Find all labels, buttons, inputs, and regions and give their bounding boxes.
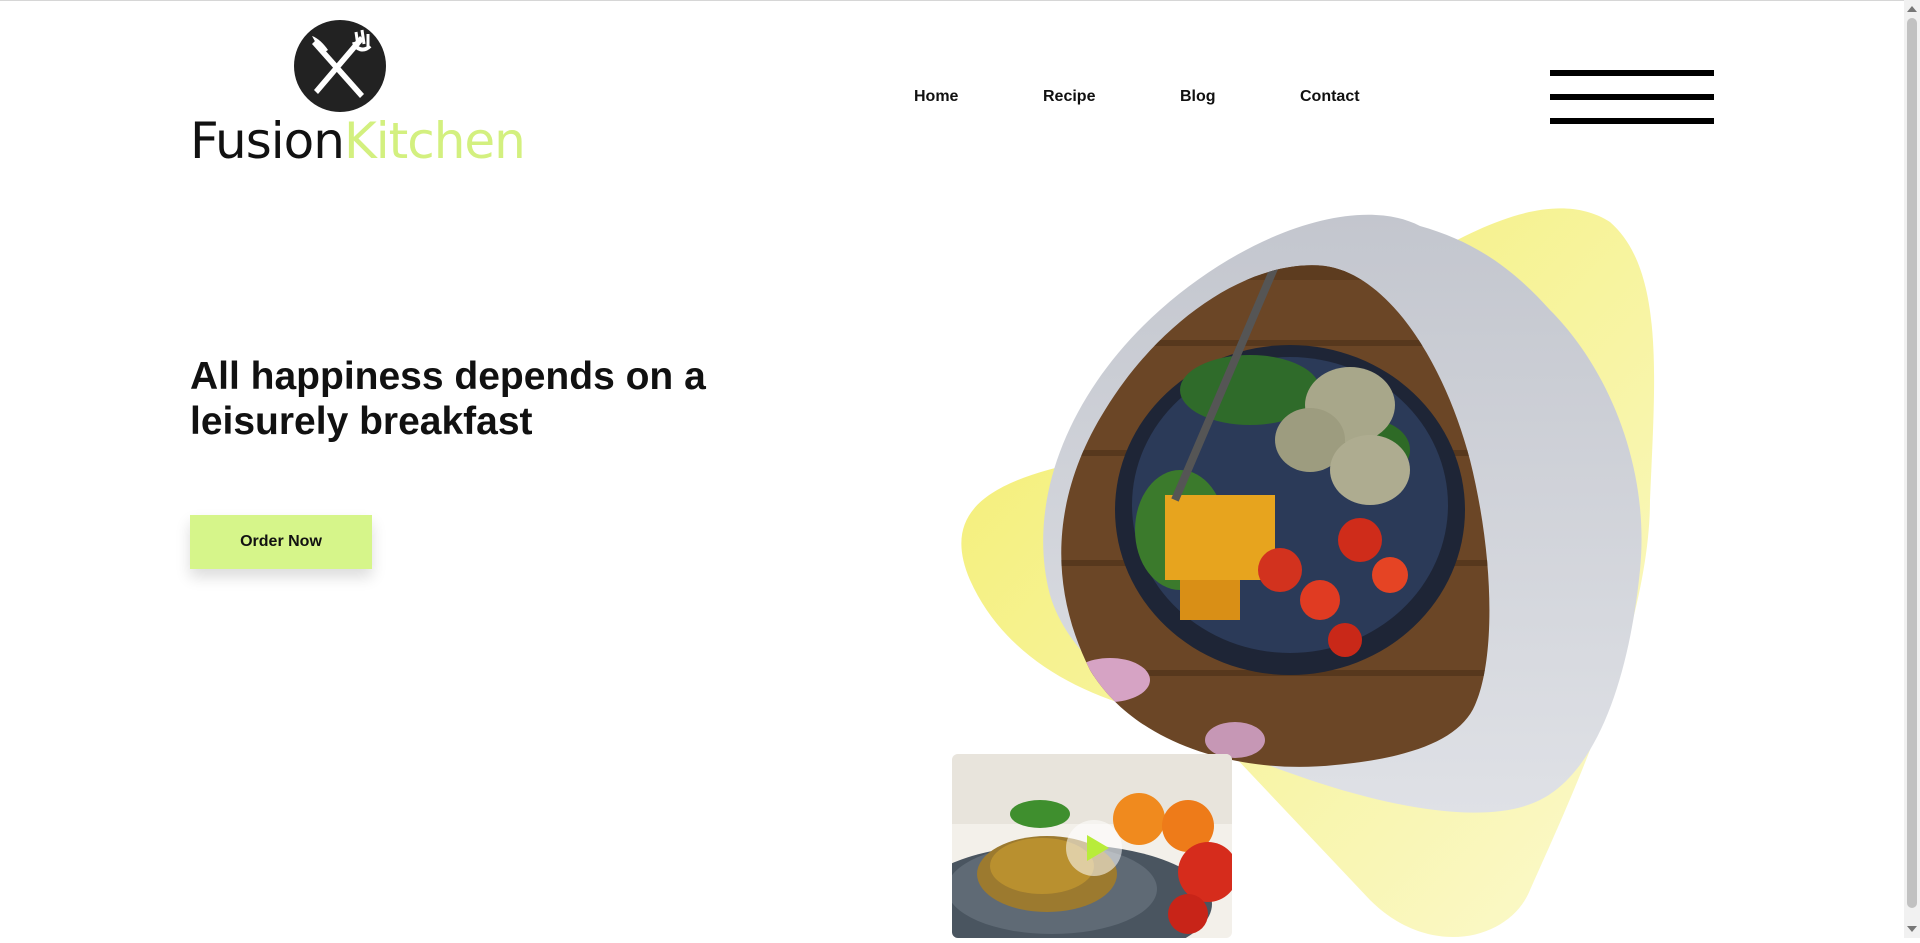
scrollbar-thumb[interactable] (1907, 18, 1917, 908)
play-icon[interactable] (1066, 820, 1122, 876)
nav-blog-link[interactable]: Blog (1180, 88, 1216, 106)
top-border (0, 0, 1920, 1)
order-now-button[interactable]: Order Now (190, 515, 372, 569)
video-thumbnail-card[interactable] (952, 754, 1232, 938)
scroll-up-icon[interactable] (1907, 6, 1917, 12)
nav-contact-link[interactable]: Contact (1300, 88, 1360, 106)
brand-logo[interactable]: FusionKitchen (190, 18, 526, 168)
brand-name-part2: Kitchen (343, 112, 526, 170)
nav-home-link[interactable]: Home (914, 88, 958, 106)
crossed-knife-fork-icon (294, 20, 386, 112)
hamburger-menu-icon[interactable] (1550, 70, 1714, 126)
page-scrollbar[interactable] (1904, 0, 1920, 938)
nav-recipe-link[interactable]: Recipe (1043, 88, 1095, 106)
scroll-down-icon[interactable] (1907, 926, 1917, 932)
hero-headline: All happiness depends on a leisurely bre… (190, 355, 706, 443)
brand-name: FusionKitchen (190, 116, 526, 166)
brand-name-part1: Fusion (190, 112, 345, 170)
